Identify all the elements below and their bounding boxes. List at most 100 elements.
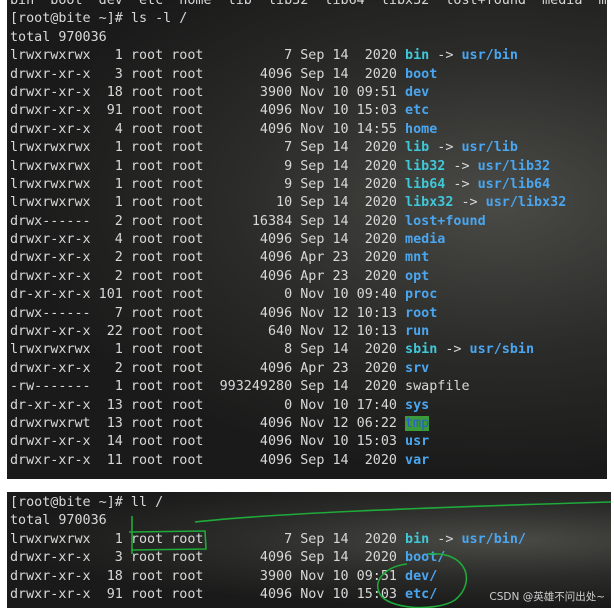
terminal-line: drwxr-xr-x 14 root root 4096 Nov 10 15:0…	[10, 433, 607, 451]
terminal-line: drwxr-xr-x 4 root root 4096 Sep 14 2020 …	[10, 231, 607, 249]
terminal-line: drwxr-xr-x 18 root root 3900 Nov 10 09:5…	[10, 84, 607, 102]
entry-details: lrwxrwxrwx 1 root root 7 Sep 14 2020	[10, 48, 406, 64]
terminal-line: drwxr-xr-x 2 root root 4096 Apr 23 2020 …	[10, 360, 607, 378]
entry-details: drwxr-xr-x 18 root root 3900 Nov 10 09:5…	[10, 568, 406, 584]
entry-name: dev/	[405, 568, 438, 584]
terminal-line: total 970036	[10, 29, 607, 47]
symlink-target: usr/lib	[461, 140, 518, 156]
entry-name: home	[405, 121, 438, 137]
terminal-line: total 970036	[10, 512, 611, 530]
terminal-line: lrwxrwxrwx 1 root root 9 Sep 14 2020 lib…	[10, 176, 607, 194]
terminal-line: drwx------ 2 root root 16384 Sep 14 2020…	[10, 213, 607, 231]
terminal-output: [root@bite ~]# ll / total 970036 lrwxrwxrw…	[10, 494, 611, 604]
entry-name: mnt	[405, 250, 430, 266]
terminal-line: dr-xr-xr-x 13 root root 0 Nov 10 17:40 s…	[10, 397, 607, 415]
entry-name: tmp	[405, 415, 430, 431]
symlink-arrow: ->	[453, 195, 486, 211]
line-text: total 970036	[10, 513, 107, 529]
entry-details: drwxr-xr-x 4 root root 4096 Sep 14 2020	[10, 232, 406, 248]
entry-details: lrwxrwxrwx 1 root root 9 Sep 14 2020	[10, 158, 406, 174]
entry-details: drwx------ 2 root root 16384 Sep 14 2020	[10, 213, 406, 229]
entry-details: drwxr-xr-x 11 root root 4096 Sep 14 2020	[10, 452, 406, 468]
terminal-line: drwxr-xr-x 2 root root 4096 Apr 23 2020 …	[10, 268, 607, 286]
symlink-arrow: ->	[429, 140, 462, 156]
terminal-line: lrwxrwxrwx 1 root root 7 Sep 14 2020 bin…	[10, 47, 607, 65]
symlink-arrow: ->	[429, 48, 462, 64]
terminal-line: drwxr-xr-x 3 root root 4096 Sep 14 2020 …	[10, 66, 607, 84]
entry-details: drwxr-xr-x 18 root root 3900 Nov 10 09:5…	[10, 84, 406, 100]
terminal-line: drwxrwxrwt 13 root root 4096 Nov 12 06:2…	[10, 415, 607, 433]
line-text: bin boot dev etc home lib lib32 lib64 li…	[10, 0, 607, 8]
csdn-watermark: CSDN @英雄不问出处~	[489, 591, 605, 603]
symlink-arrow: ->	[429, 531, 462, 547]
terminal-line: drwx------ 7 root root 4096 Nov 12 10:13…	[10, 305, 607, 323]
terminal-line: drwxr-xr-x 3 root root 4096 Sep 14 2020 …	[10, 549, 611, 567]
symlink-arrow: ->	[445, 176, 478, 192]
terminal-line: drwxr-xr-x 4 root root 4096 Nov 10 14:55…	[10, 121, 607, 139]
symlink-target: usr/bin	[461, 48, 518, 64]
terminal-line: lrwxrwxrwx 1 root root 7 Sep 14 2020 lib…	[10, 139, 607, 157]
entry-details: drwxr-xr-x 91 root root 4096 Nov 10 15:0…	[10, 586, 406, 602]
symlink-target: usr/bin/	[461, 531, 526, 547]
line-text: [root@bite ~]# ls -l /	[10, 11, 188, 27]
entry-name: lib64	[405, 176, 446, 192]
entry-name: boot	[405, 66, 438, 82]
line-text: [root@bite ~]# ll /	[10, 495, 164, 510]
entry-details: lrwxrwxrwx 1 root root 10 Sep 14 2020	[10, 195, 406, 211]
entry-details: lrwxrwxrwx 1 root root 7 Sep 14 2020	[10, 531, 406, 547]
terminal-window-ll[interactable]: [root@bite ~]# ll / total 970036 lrwxrwxrw…	[7, 492, 611, 608]
entry-name: etc/	[405, 586, 438, 602]
terminal-line: lrwxrwxrwx 1 root root 7 Sep 14 2020 bin…	[10, 531, 611, 549]
entry-details: drwxr-xr-x 22 root root 640 Nov 12 10:13	[10, 324, 406, 340]
entry-name: libx32	[405, 195, 454, 211]
entry-name: dev	[405, 84, 430, 100]
entry-name: root	[405, 305, 438, 321]
entry-details: drwxr-xr-x 2 root root 4096 Apr 23 2020	[10, 360, 406, 376]
terminal-line: dr-xr-xr-x 101 root root 0 Nov 10 09:40 …	[10, 286, 607, 304]
entry-details: drwxr-xr-x 3 root root 4096 Sep 14 2020	[10, 550, 406, 566]
terminal-line: [root@bite ~]# ls -l /	[10, 10, 607, 28]
entry-name: opt	[405, 268, 430, 284]
terminal-line: drwxr-xr-x 22 root root 640 Nov 12 10:13…	[10, 323, 607, 341]
entry-details: lrwxrwxrwx 1 root root 7 Sep 14 2020	[10, 140, 406, 156]
entry-details: drwxr-xr-x 2 root root 4096 Apr 23 2020	[10, 250, 406, 266]
symlink-target: usr/lib64	[477, 176, 551, 192]
terminal-window-ls[interactable]: bin boot dev etc home lib lib32 lib64 li…	[7, 0, 607, 479]
entry-details: lrwxrwxrwx 1 root root 8 Sep 14 2020	[10, 342, 406, 358]
entry-name: bin	[405, 48, 430, 64]
symlink-target: usr/lib32	[477, 158, 551, 174]
terminal-line: lrwxrwxrwx 1 root root 9 Sep 14 2020 lib…	[10, 158, 607, 176]
terminal-line: -rw------- 1 root root 993249280 Sep 14 …	[10, 378, 607, 396]
entry-details: drwxr-xr-x 91 root root 4096 Nov 10 15:0…	[10, 103, 406, 119]
entry-details: drwx------ 7 root root 4096 Nov 12 10:13	[10, 305, 406, 321]
entry-details: dr-xr-xr-x 101 root root 0 Nov 10 09:40	[10, 287, 406, 303]
terminal-line: drwxr-xr-x 11 root root 4096 Sep 14 2020…	[10, 452, 607, 470]
entry-name: run	[405, 324, 430, 340]
entry-name: media	[405, 232, 446, 248]
entry-details: drwxr-xr-x 2 root root 4096 Apr 23 2020	[10, 268, 406, 284]
entry-name: lost+found	[405, 213, 486, 229]
entry-details: dr-xr-xr-x 13 root root 0 Nov 10 17:40	[10, 397, 406, 413]
terminal-output: bin boot dev etc home lib lib32 lib64 li…	[10, 0, 607, 470]
entry-name: sbin	[405, 342, 438, 358]
entry-name: usr	[405, 434, 430, 450]
symlink-arrow: ->	[437, 342, 470, 358]
entry-details: drwxr-xr-x 14 root root 4096 Nov 10 15:0…	[10, 434, 406, 450]
terminal-line: drwxr-xr-x 18 root root 3900 Nov 10 09:5…	[10, 568, 611, 586]
terminal-line: drwxr-xr-x 91 root root 4096 Nov 10 15:0…	[10, 102, 607, 120]
entry-details: lrwxrwxrwx 1 root root 9 Sep 14 2020	[10, 176, 406, 192]
terminal-line: drwxr-xr-x 2 root root 4096 Apr 23 2020 …	[10, 249, 607, 267]
entry-name: sys	[405, 397, 430, 413]
entry-name: lib	[405, 140, 430, 156]
symlink-arrow: ->	[445, 158, 478, 174]
entry-details: drwxrwxrwt 13 root root 4096 Nov 12 06:2…	[10, 415, 406, 431]
terminal-line: lrwxrwxrwx 1 root root 8 Sep 14 2020 sbi…	[10, 341, 607, 359]
entry-name: srv	[405, 360, 430, 376]
entry-name: swapfile	[405, 379, 470, 395]
entry-details: drwxr-xr-x 4 root root 4096 Nov 10 14:55	[10, 121, 406, 137]
entry-name: lib32	[405, 158, 446, 174]
terminal-line: bin boot dev etc home lib lib32 lib64 li…	[10, 0, 607, 10]
entry-details: -rw------- 1 root root 993249280 Sep 14 …	[10, 379, 406, 395]
entry-name: var	[405, 452, 430, 468]
entry-name: boot/	[405, 550, 446, 566]
